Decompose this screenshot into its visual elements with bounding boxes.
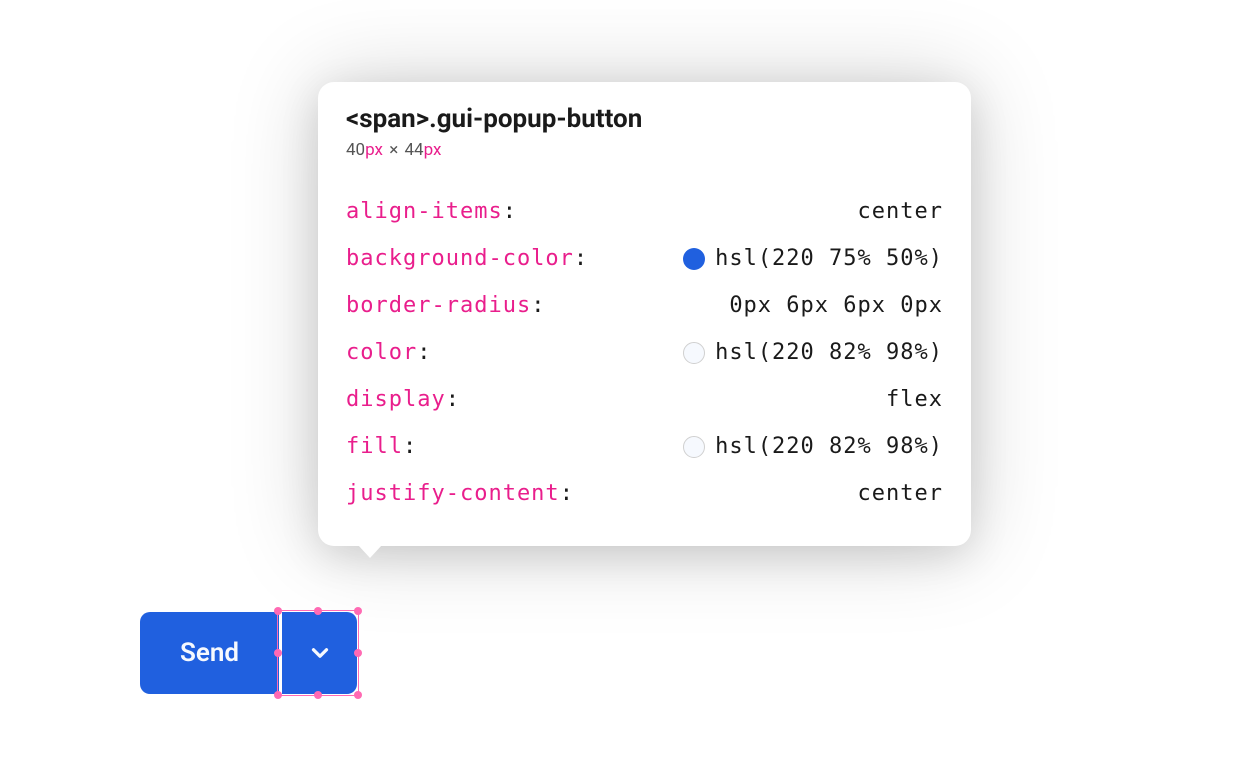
- css-property-name: justify-content:: [346, 470, 574, 517]
- popup-button-wrap: [279, 612, 357, 694]
- popup-button[interactable]: [282, 612, 357, 694]
- tooltip-selector: <span>.gui-popup-button: [346, 104, 943, 134]
- css-property-row: display: flex: [346, 376, 943, 423]
- css-property-row: justify-content: center: [346, 470, 943, 517]
- send-button[interactable]: Send: [140, 612, 279, 694]
- dim-width: 40: [346, 140, 365, 160]
- css-property-name: color:: [346, 329, 431, 376]
- tooltip-arrow-icon: [358, 545, 382, 558]
- css-property-name: background-color:: [346, 235, 588, 282]
- css-property-row: background-color: hsl(220 75% 50%): [346, 235, 943, 282]
- css-property-name: border-radius:: [346, 282, 545, 329]
- css-property-value: hsl(220 82% 98%): [683, 423, 943, 470]
- dim-times: ×: [389, 140, 398, 160]
- selection-handle-icon: [354, 607, 362, 615]
- css-property-name: fill:: [346, 423, 417, 470]
- selector-tag: <span>: [346, 104, 429, 134]
- inspector-tooltip: <span>.gui-popup-button 40px × 44px alig…: [318, 82, 971, 546]
- dim-height-unit: px: [424, 140, 442, 160]
- dim-height: 44: [404, 140, 423, 160]
- dim-width-unit: px: [365, 140, 383, 160]
- css-property-row: fill: hsl(220 82% 98%): [346, 423, 943, 470]
- css-property-row: align-items: center: [346, 188, 943, 235]
- css-property-row: border-radius: 0px 6px 6px 0px: [346, 282, 943, 329]
- split-button-group: Send: [140, 612, 357, 694]
- css-property-value: hsl(220 75% 50%): [683, 235, 943, 282]
- color-swatch-icon: [683, 436, 705, 458]
- color-swatch-icon: [683, 342, 705, 364]
- css-property-value: 0px 6px 6px 0px: [729, 282, 943, 329]
- selection-handle-icon: [354, 691, 362, 699]
- css-property-row: color: hsl(220 82% 98%): [346, 329, 943, 376]
- css-property-value: hsl(220 82% 98%): [683, 329, 943, 376]
- selector-class: .gui-popup-button: [429, 104, 642, 134]
- css-property-name: align-items:: [346, 188, 517, 235]
- color-swatch-icon: [683, 248, 705, 270]
- css-property-value: flex: [886, 376, 943, 423]
- tooltip-dimensions: 40px × 44px: [346, 140, 943, 160]
- css-property-value: center: [858, 188, 943, 235]
- css-properties-list: align-items: center background-color: hs…: [346, 188, 943, 518]
- css-property-name: display:: [346, 376, 460, 423]
- chevron-down-icon: [307, 640, 333, 666]
- css-property-value: center: [858, 470, 943, 517]
